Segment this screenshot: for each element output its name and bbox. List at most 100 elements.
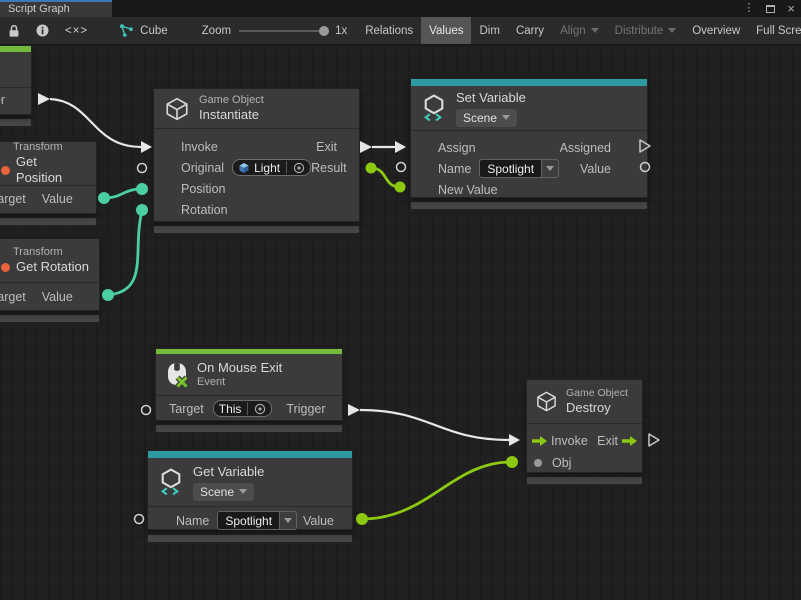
code-view-button[interactable]: <×> <box>57 17 96 44</box>
name-port-label: Name <box>176 514 209 528</box>
variable-scope-dropdown[interactable]: Scene <box>456 109 517 127</box>
node-title: On Mouse Exit <box>197 360 282 376</box>
port-get-position-value-out[interactable] <box>98 192 110 204</box>
variable-color-bar <box>148 451 352 458</box>
target-object-field[interactable]: This <box>213 400 273 417</box>
wire-event-to-instantiate[interactable] <box>50 99 141 147</box>
variable-icon <box>158 468 184 496</box>
node-offscreen-event[interactable]: Trigger <box>0 45 32 115</box>
port-destroy-obj-in[interactable] <box>506 456 518 468</box>
field-divider <box>286 161 287 174</box>
node-footer <box>0 314 100 323</box>
dropdown-caret-icon <box>502 115 510 120</box>
port-row: Invoke Exit <box>154 136 359 157</box>
port-row: New Value <box>411 179 647 200</box>
carry-button[interactable]: Carry <box>508 17 552 44</box>
wire-variable-to-obj[interactable] <box>362 462 511 519</box>
object-picker-icon[interactable] <box>293 162 305 174</box>
values-button[interactable]: Values <box>421 17 471 44</box>
port-mouse-exit-target-in[interactable] <box>142 406 151 415</box>
node-header: Transform Get Position <box>0 142 96 186</box>
exit-port-label: Exit <box>597 434 618 448</box>
object-picker-icon[interactable] <box>254 403 266 415</box>
port-get-variable-value-out[interactable] <box>356 513 368 525</box>
zoom-slider[interactable] <box>239 30 327 32</box>
port-set-variable-new-value-in[interactable] <box>395 182 406 193</box>
variable-name-dropdown[interactable]: Spotlight <box>479 159 559 178</box>
lock-button[interactable] <box>0 17 28 44</box>
flow-arrow-icon[interactable] <box>532 436 547 446</box>
dim-button[interactable]: Dim <box>471 17 507 44</box>
port-instantiate-position-in[interactable] <box>136 183 148 195</box>
graph-breadcrumb[interactable]: Cube <box>110 17 176 44</box>
variable-scope-dropdown[interactable]: Scene <box>193 483 254 501</box>
target-port-label: Target <box>0 192 26 206</box>
node-set-variable[interactable]: Set Variable Scene Assign Assigned Name <box>410 78 648 198</box>
distribute-dropdown[interactable]: Distribute <box>607 17 685 44</box>
variable-name-dropdown[interactable]: Spotlight <box>217 511 297 530</box>
variable-icon <box>421 94 447 122</box>
node-get-position[interactable]: Transform Get Position Target Value <box>0 141 97 214</box>
info-icon <box>36 24 49 37</box>
window-controls: ⋮ × <box>743 0 795 17</box>
wire-trigger-to-invoke[interactable] <box>360 410 509 440</box>
tab-script-graph[interactable]: Script Graph <box>0 0 112 17</box>
combo-caret-button[interactable] <box>541 159 559 178</box>
mouse-exit-icon <box>166 362 188 388</box>
port-instantiate-original-in[interactable] <box>138 164 147 173</box>
dropdown-caret-icon <box>284 518 292 523</box>
port-row: Target This Trigger <box>156 396 342 421</box>
port-mouse-exit-trigger-out[interactable] <box>348 404 360 416</box>
script-graph-window: Script Graph ⋮ × <×> Cube Zoom <box>0 0 801 600</box>
node-destroy[interactable]: Game Object Destroy Invoke Exit Obj <box>526 379 643 473</box>
node-footer <box>155 424 343 433</box>
combo-caret-button[interactable] <box>279 511 297 530</box>
node-instantiate[interactable]: Game Object Instantiate Invoke Exit Orig… <box>153 88 360 222</box>
port-instantiate-exit-out[interactable] <box>360 141 372 153</box>
node-title: Get Variable <box>193 464 264 480</box>
node-title: Get Rotation <box>16 259 89 275</box>
zoom-slider-handle[interactable] <box>319 26 329 36</box>
wire-arrowhead <box>509 434 520 446</box>
graph-name: Cube <box>140 25 168 37</box>
port-get-variable-name-in[interactable] <box>135 515 144 524</box>
transform-icon <box>1 166 10 175</box>
node-get-variable[interactable]: Get Variable Scene Name Spotlight Value <box>147 450 353 530</box>
port-event-trigger-out[interactable] <box>38 93 50 105</box>
name-port-label: Name <box>438 162 471 176</box>
node-on-mouse-exit[interactable]: On Mouse Exit Event Target This Trigger <box>155 348 343 421</box>
port-instantiate-result-out[interactable] <box>366 163 377 174</box>
field-divider <box>247 402 248 415</box>
variable-color-bar <box>411 79 647 86</box>
maximize-icon[interactable] <box>766 5 775 13</box>
close-icon[interactable]: × <box>787 1 795 16</box>
port-instantiate-rotation-in[interactable] <box>136 204 148 216</box>
result-port-label: Result <box>311 161 346 175</box>
port-get-rotation-value-out[interactable] <box>102 289 114 301</box>
align-dropdown[interactable]: Align <box>552 17 607 44</box>
wire-arrowhead <box>395 141 406 153</box>
node-header <box>0 52 31 88</box>
original-object-field[interactable]: Light <box>232 159 311 176</box>
kebab-menu-icon[interactable]: ⋮ <box>743 0 754 17</box>
obj-port-icon[interactable] <box>534 459 542 467</box>
info-button[interactable] <box>28 17 57 44</box>
trigger-port-label: Trigger <box>286 402 325 416</box>
graph-toolbar: <×> Cube Zoom 1x Relations Values Dim Ca… <box>0 17 801 45</box>
exit-port-label: Exit <box>316 140 337 154</box>
node-footer <box>410 201 648 210</box>
node-category: Event <box>197 376 282 389</box>
node-get-rotation[interactable]: Transform Get Rotation Target Value <box>0 238 100 311</box>
overview-button[interactable]: Overview <box>684 17 748 44</box>
lock-icon <box>8 24 20 38</box>
relations-button[interactable]: Relations <box>357 17 421 44</box>
port-set-variable-name-in[interactable] <box>397 163 406 172</box>
rotation-port-label: Rotation <box>181 203 228 217</box>
node-footer <box>147 534 353 543</box>
full-screen-button[interactable]: Full Screen <box>748 17 801 44</box>
graph-canvas[interactable]: Trigger Transform Get Position Target Va… <box>0 45 801 600</box>
transform-icon <box>1 263 10 272</box>
wire-rotation-value[interactable] <box>108 211 142 295</box>
flow-arrow-icon[interactable] <box>622 436 637 446</box>
port-destroy-exit-out[interactable] <box>649 434 659 446</box>
